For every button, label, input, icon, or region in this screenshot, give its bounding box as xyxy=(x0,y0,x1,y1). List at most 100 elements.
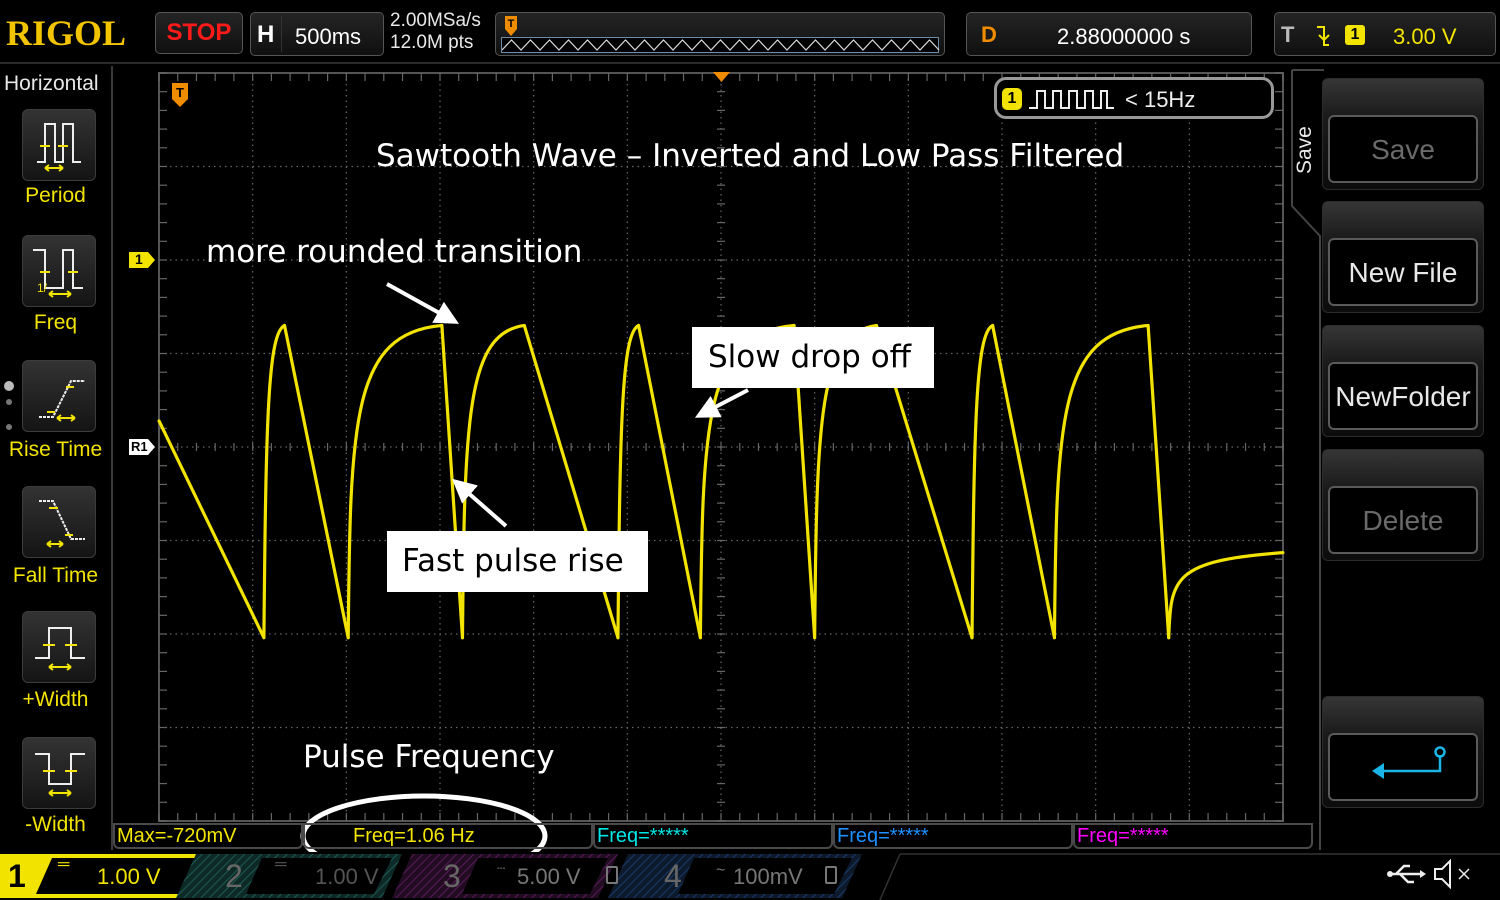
save-button-label: Save xyxy=(1328,115,1478,183)
waveform-display[interactable] xyxy=(157,70,1287,825)
svg-text:1/: 1/ xyxy=(37,281,48,295)
annotation-rounded-transition: more rounded transition xyxy=(206,234,583,270)
ch1-data-point xyxy=(970,636,974,640)
horizontal-label: H xyxy=(257,21,275,48)
measurement-freq-ch1[interactable]: Freq=1.06 Hz xyxy=(303,823,593,849)
new-folder-button[interactable]: NewFolder xyxy=(1322,325,1484,437)
speaker-muted-icon xyxy=(1434,858,1470,890)
falling-edge-icon xyxy=(1317,26,1330,46)
usb-icon xyxy=(1387,864,1426,884)
period-button[interactable] xyxy=(22,109,96,181)
pulse-train-icon xyxy=(1029,90,1114,109)
trigger-settings[interactable]: T 1 3.00 V xyxy=(1274,12,1496,56)
delete-button[interactable]: Delete xyxy=(1322,449,1484,561)
ch2-number: 2 xyxy=(225,858,243,894)
freq-button[interactable]: 1/ xyxy=(22,235,96,307)
delete-button-label: Delete xyxy=(1328,486,1478,554)
ch3-number: 3 xyxy=(443,858,461,894)
ch1-data-point xyxy=(157,419,161,423)
ch1-number: 1 xyxy=(8,858,26,894)
ch1-data-point xyxy=(813,636,817,640)
menu-title: Save xyxy=(1293,126,1316,174)
ch2-dc-coupling-icon: ═ xyxy=(275,856,287,873)
ch1-data-point xyxy=(698,636,702,640)
rise-time-label: Rise Time xyxy=(8,438,103,461)
ch4-number: 4 xyxy=(664,858,682,894)
ch1-offset-marker[interactable]: 1 xyxy=(128,251,156,269)
measurement-value: Max=-720mV xyxy=(117,825,237,847)
period-icon xyxy=(37,123,81,172)
ch4-scale: 100mV xyxy=(733,864,803,889)
acquisition-info: 2.00MSa/s 12.0M pts xyxy=(390,10,481,54)
neg-width-button[interactable] xyxy=(22,737,96,809)
ch1-dc-coupling-icon: ═ xyxy=(58,856,70,873)
measurement-freq-ch2[interactable]: Freq=***** xyxy=(593,823,833,849)
freq-icon: 1/ xyxy=(33,249,83,298)
pos-width-icon xyxy=(35,627,85,671)
back-button[interactable] xyxy=(1322,696,1484,808)
ch1-data-point xyxy=(991,323,995,327)
memory-overview[interactable]: T xyxy=(495,12,945,56)
page-indicator-dot xyxy=(6,424,12,430)
measurement-max[interactable]: Max=-720mV xyxy=(113,823,303,849)
divider xyxy=(281,16,282,52)
ch4-ac-coupling-icon: ~ xyxy=(716,862,726,879)
delay-value: 2.88000000 s xyxy=(1057,24,1191,49)
save-button[interactable]: Save xyxy=(1322,78,1484,190)
back-button-face xyxy=(1328,733,1478,801)
trigger-label: T xyxy=(1281,22,1295,47)
trigger-level: 3.00 V xyxy=(1393,24,1457,49)
freq-label: Freq xyxy=(33,311,78,334)
period-label: Period xyxy=(25,184,86,207)
measurement-freq-ch3[interactable]: Freq=***** xyxy=(833,823,1073,849)
ch1-data-point xyxy=(283,323,287,327)
measurement-freq-ch4[interactable]: Freq=***** xyxy=(1073,823,1313,849)
run-stop-status[interactable]: STOP xyxy=(155,12,243,54)
overview-waveform xyxy=(501,39,940,51)
memory-depth: 12.0M pts xyxy=(390,32,474,53)
new-file-button[interactable]: New File xyxy=(1322,201,1484,313)
return-arrow-icon xyxy=(1372,746,1446,779)
page-indicator-dot xyxy=(4,381,14,391)
fall-time-label: Fall Time xyxy=(12,564,99,587)
neg-width-icon xyxy=(35,753,85,797)
ch1-data-point xyxy=(522,323,526,327)
ch3-scale: 5.00 V xyxy=(517,864,581,889)
rigol-logo: RIGOL xyxy=(6,13,127,53)
ch1-data-point xyxy=(1281,551,1285,555)
annotation-pulse-frequency: Pulse Frequency xyxy=(303,739,555,775)
counter-channel-badge: 1 xyxy=(1002,88,1022,110)
horizontal-timebase[interactable]: H 500ms xyxy=(250,12,384,56)
sample-rate: 2.00MSa/s xyxy=(390,10,481,31)
frequency-counter[interactable]: 1 < 15Hz xyxy=(994,77,1274,119)
delay-display[interactable]: D 2.88000000 s xyxy=(966,12,1252,56)
trigger-position-icon: T xyxy=(505,16,517,36)
ch2-scale: 1.00 V xyxy=(315,864,379,889)
ch1-marker-label: 1 xyxy=(135,251,143,267)
measurement-value: Freq=***** xyxy=(1077,825,1169,847)
svg-text:T: T xyxy=(508,18,515,30)
annotation-slow-drop-off: Slow drop off xyxy=(692,327,934,388)
panel-title: Horizontal xyxy=(4,72,99,95)
ch1-data-point xyxy=(1146,323,1150,327)
measurement-value: Freq=1.06 Hz xyxy=(353,825,475,847)
ch1-data-point xyxy=(262,636,266,640)
svg-text:T: T xyxy=(176,85,184,100)
counter-value: < 15Hz xyxy=(1125,87,1196,112)
graticule xyxy=(158,72,1284,822)
delay-label: D xyxy=(981,22,997,47)
pos-width-button[interactable] xyxy=(22,611,96,683)
rise-time-button[interactable] xyxy=(22,360,96,432)
page-indicator-dot xyxy=(6,399,12,405)
trigger-time-marker-icon[interactable]: T xyxy=(171,82,189,108)
fall-time-button[interactable] xyxy=(22,486,96,558)
ref1-marker[interactable]: R1 xyxy=(128,438,156,456)
title-annotation: Sawtooth Wave – Inverted and Low Pass Fi… xyxy=(376,138,1125,174)
measurement-value: Freq=***** xyxy=(597,825,689,847)
ch1-data-point xyxy=(1052,636,1056,640)
new-file-button-label: New File xyxy=(1328,238,1478,306)
measurement-value: Freq=***** xyxy=(837,825,929,847)
ch1-data-point xyxy=(440,323,444,327)
fall-time-icon xyxy=(39,500,85,548)
top-status-bar: RIGOL STOP H 500ms 2.00MSa/s 12.0M pts T… xyxy=(0,0,1500,64)
